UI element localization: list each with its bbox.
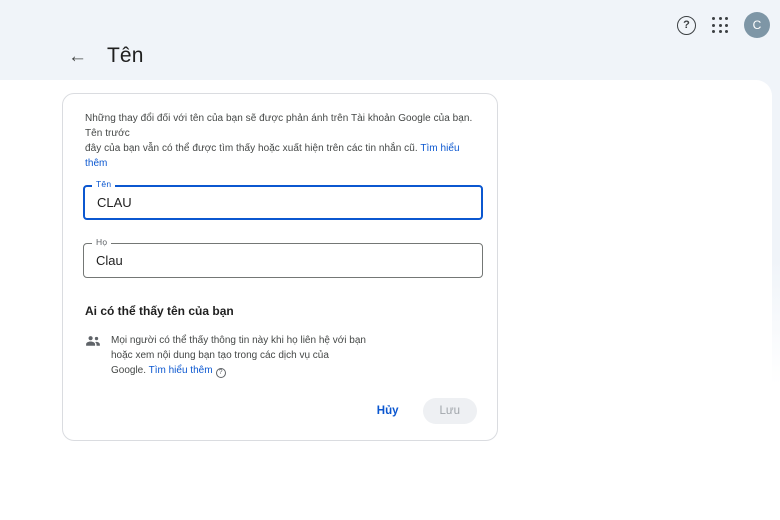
name-card: Những thay đổi đối với tên của bạn sẽ đư… [62,93,498,441]
fields: Tên Họ [83,179,483,278]
description-line2: đây của bạn vẫn có thể được tìm thấy hoặ… [85,143,421,154]
visibility-line2: hoặc xem nội dung bạn tạo trong các dịch… [111,350,329,361]
description-line1: Những thay đổi đối với tên của bạn sẽ đư… [85,113,473,139]
visibility-learn-more-link[interactable]: Tìm hiểu thêm [149,365,213,376]
first-name-field-group: Tên [83,179,483,220]
last-name-label: Họ [92,237,112,247]
back-arrow-icon[interactable]: ← [66,45,89,68]
visibility-line1: Mọi người có thể thấy thông tin này khi … [111,335,366,346]
card-description: Những thay đổi đối với tên của bạn sẽ đư… [83,111,477,171]
visibility-line3-prefix: Google. [111,365,149,376]
help-icon[interactable]: ? [677,15,696,35]
cancel-button[interactable]: Hủy [367,399,409,423]
first-name-input[interactable] [83,185,483,220]
last-name-input[interactable] [83,243,483,278]
last-name-field-group: Họ [83,237,483,278]
save-button[interactable]: Lưu [422,398,477,424]
first-name-label: Tên [92,179,116,189]
visibility-line3: Google. Tìm hiểu thêm? [111,363,366,378]
content-panel: Những thay đổi đối với tên của bạn sẽ đư… [0,80,772,520]
header-band [0,0,780,80]
visibility-text: Mọi người có thể thấy thông tin này khi … [111,333,366,378]
avatar[interactable]: C [744,12,770,38]
right-gutter [772,105,780,385]
page-title: Tên [107,44,144,67]
people-group-icon [85,334,101,378]
apps-grid-icon[interactable] [710,15,730,35]
visibility-row: Mọi người có thể thấy thông tin này khi … [83,333,477,378]
help-small-icon[interactable]: ? [215,367,226,378]
card-actions: Hủy Lưu [83,398,477,424]
visibility-heading: Ai có thể thấy tên của bạn [85,304,234,318]
topbar-icons: ? C [677,12,770,38]
page-head: ← Tên [66,44,144,68]
